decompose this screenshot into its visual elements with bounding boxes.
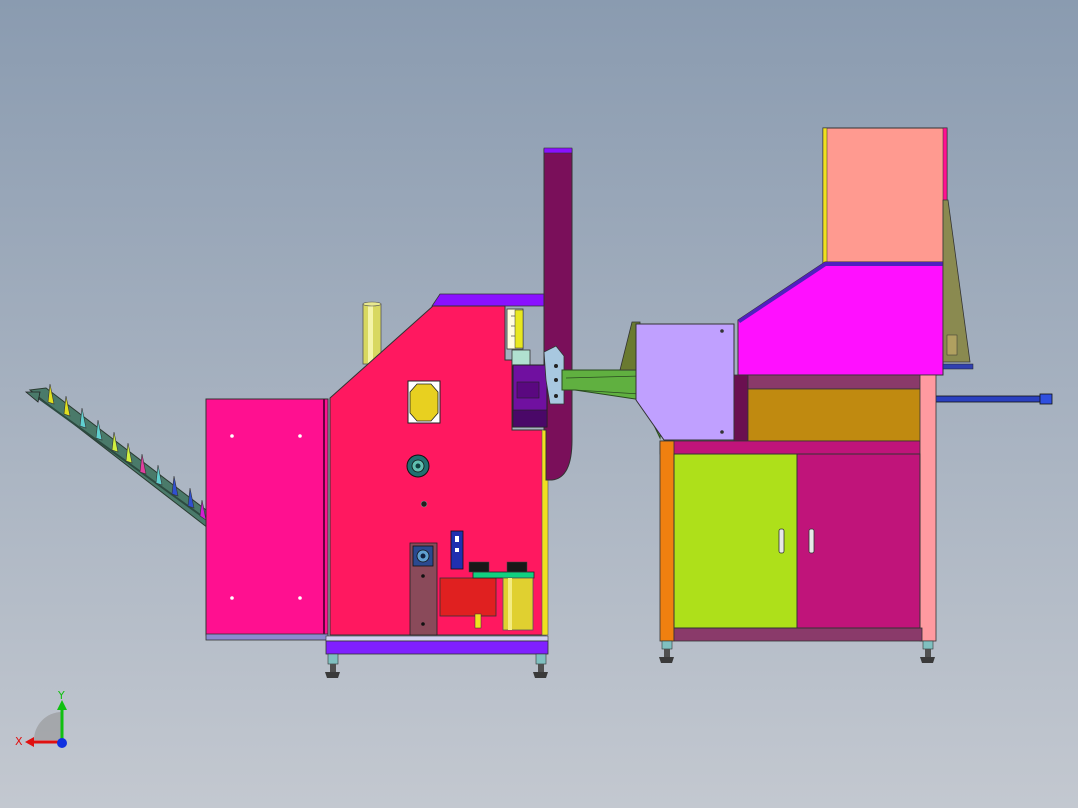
z-axis-dot bbox=[57, 738, 67, 748]
warning-label-icon bbox=[407, 380, 441, 424]
cad-viewport[interactable]: Y X bbox=[0, 0, 1078, 808]
cabinet-door-right bbox=[796, 453, 921, 629]
machine-drawing: Y X bbox=[15, 127, 1053, 748]
y-axis-label: Y bbox=[57, 689, 65, 702]
x-axis-label: X bbox=[15, 735, 23, 748]
cylinder-rod bbox=[934, 393, 1053, 405]
axis-triad: Y X bbox=[15, 689, 67, 748]
x-axis-head bbox=[25, 737, 34, 747]
cabinet-door-left bbox=[673, 453, 798, 629]
sensor-block bbox=[450, 530, 464, 570]
hopper bbox=[822, 127, 948, 264]
discharge-chute bbox=[543, 147, 573, 481]
motor-plate bbox=[409, 542, 438, 636]
scale-plate bbox=[506, 308, 524, 350]
leveling-foot bbox=[920, 640, 935, 663]
bearing-icon bbox=[406, 454, 430, 478]
left-cabinet bbox=[205, 398, 329, 641]
leveling-foot bbox=[533, 653, 548, 678]
left-base bbox=[325, 635, 549, 655]
feed-box bbox=[635, 323, 735, 441]
hopper-body bbox=[737, 261, 944, 376]
bolt-hole bbox=[420, 500, 428, 508]
screw-conveyor bbox=[24, 383, 215, 529]
leveling-foot bbox=[325, 653, 340, 678]
leveling-foot bbox=[659, 640, 674, 663]
side-bracket bbox=[942, 199, 974, 370]
